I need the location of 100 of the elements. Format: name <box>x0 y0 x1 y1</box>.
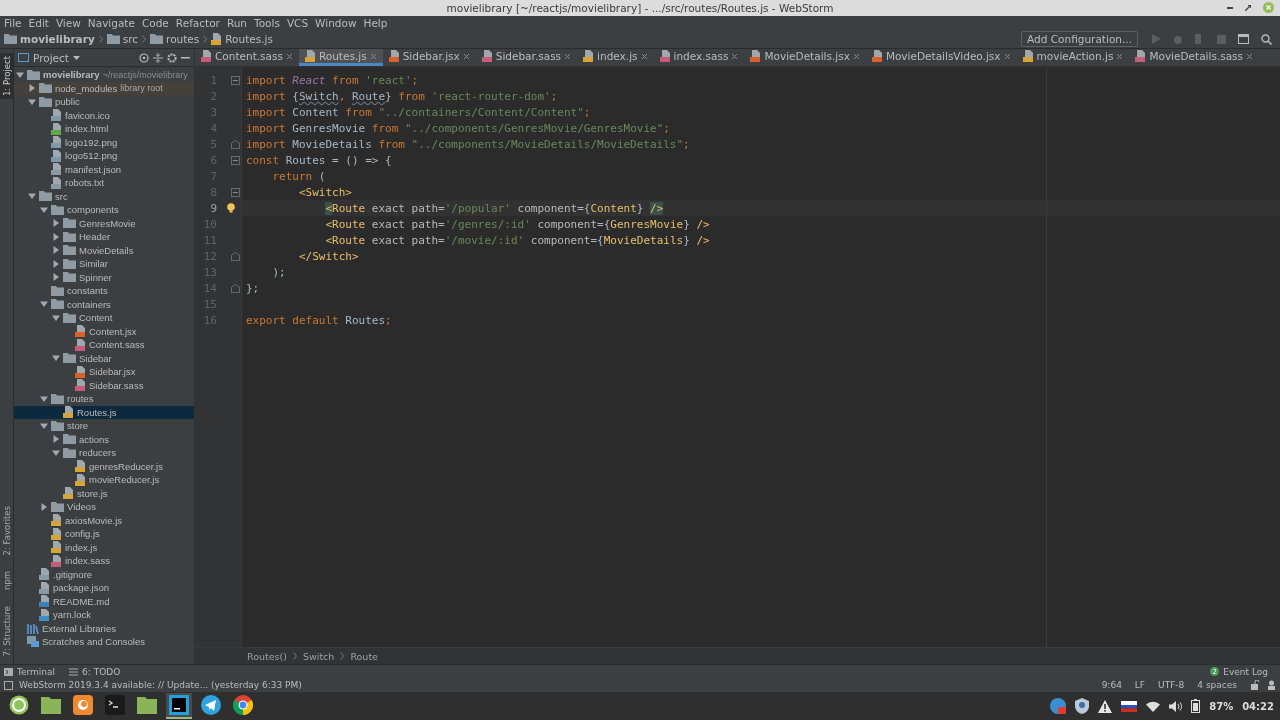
editor-tab[interactable]: Routes.js <box>298 49 383 66</box>
status-item[interactable]: 9:64 <box>1101 680 1122 690</box>
tree-item[interactable]: actions <box>14 432 194 446</box>
breadcrumb[interactable]: movielibrary <box>4 33 95 45</box>
close-icon[interactable] <box>852 52 860 60</box>
collapsed-arrow-icon[interactable] <box>28 84 36 93</box>
menu-item[interactable]: VCS <box>286 17 309 29</box>
expanded-arrow-icon[interactable] <box>40 394 48 403</box>
tree-item[interactable]: index.html <box>14 122 194 136</box>
tree-item[interactable]: logo192.png <box>14 135 194 149</box>
status-item[interactable]: LF <box>1134 680 1146 690</box>
expanded-arrow-icon[interactable] <box>16 70 24 79</box>
tree-item[interactable]: containers <box>14 297 194 311</box>
tree-item[interactable]: Sidebar.sass <box>14 378 194 392</box>
editor-tab[interactable]: index.js <box>577 49 654 66</box>
lock-icon[interactable] <box>1251 680 1260 690</box>
tree-item[interactable]: index.js <box>14 540 194 554</box>
close-icon[interactable] <box>285 52 293 60</box>
status-item[interactable]: 4 spaces <box>1197 680 1237 690</box>
status-item[interactable]: UTF-8 <box>1158 680 1185 690</box>
tool-window-tab[interactable]: 7: Structure <box>0 603 13 660</box>
editor-tab[interactable]: movieAction.js <box>1016 49 1130 66</box>
tree-item[interactable]: public <box>14 95 194 109</box>
tree-item[interactable]: movielibrary ~/reactjs/movielibrary <box>14 68 194 82</box>
tool-window-button[interactable]: 6: TODO <box>69 666 121 677</box>
fold-icon[interactable] <box>231 75 240 85</box>
fold-end-icon[interactable] <box>231 139 240 149</box>
close-icon[interactable] <box>369 52 377 60</box>
tree-item[interactable]: constants <box>14 284 194 298</box>
collapsed-arrow-icon[interactable] <box>52 273 60 282</box>
fold-icon[interactable] <box>231 187 240 197</box>
taskbar-app[interactable] <box>166 693 192 719</box>
menu-item[interactable]: File <box>4 17 22 29</box>
tree-item[interactable]: logo512.png <box>14 149 194 163</box>
tree-item[interactable]: store.js <box>14 486 194 500</box>
collapse-icon[interactable] <box>153 52 163 63</box>
collapsed-arrow-icon[interactable] <box>52 219 60 228</box>
tree-item[interactable]: genresReducer.js <box>14 459 194 473</box>
editor-tab[interactable]: Sidebar.sass <box>475 49 578 66</box>
shield-icon[interactable] <box>1075 698 1090 714</box>
tree-item[interactable]: robots.txt <box>14 176 194 190</box>
tree-item[interactable]: GenresMovie <box>14 216 194 230</box>
editor-tab[interactable]: Content.sass <box>195 49 299 66</box>
project-view-dropdown[interactable]: Project <box>18 51 80 64</box>
editor-tab[interactable]: MovieDetails.jsx <box>744 49 866 66</box>
code-breadcrumb[interactable]: Routes() <box>247 650 287 662</box>
tree-item[interactable]: Scratches and Consoles <box>14 635 194 649</box>
tree-item[interactable]: README.md <box>14 594 194 608</box>
inspector-icon[interactable] <box>1267 680 1276 690</box>
menu-item[interactable]: Edit <box>28 17 49 29</box>
tree-item[interactable]: node_modules library root <box>14 81 194 95</box>
close-icon[interactable] <box>564 52 572 60</box>
editor-tab[interactable]: MovieDetailsVideo.jsx <box>865 49 1017 66</box>
tree-item[interactable]: Sidebar <box>14 351 194 365</box>
code-breadcrumb[interactable]: Route <box>350 650 378 662</box>
tree-item[interactable]: movieReducer.js <box>14 473 194 487</box>
search-icon[interactable] <box>1261 33 1272 45</box>
tree-item[interactable]: Content.sass <box>14 338 194 352</box>
expanded-arrow-icon[interactable] <box>40 421 48 430</box>
tree-item[interactable]: manifest.json <box>14 162 194 176</box>
tree-item[interactable]: yarn.lock <box>14 608 194 622</box>
tree-item[interactable]: External Libraries <box>14 621 194 635</box>
tree-item[interactable]: Spinner <box>14 270 194 284</box>
wifi-icon[interactable] <box>1146 700 1161 712</box>
tree-item[interactable]: config.js <box>14 527 194 541</box>
collapsed-arrow-icon[interactable] <box>52 259 60 268</box>
menu-item[interactable]: Window <box>315 17 357 29</box>
maximize-icon[interactable] <box>1245 4 1251 11</box>
collapsed-arrow-icon[interactable] <box>52 246 60 255</box>
update-icon[interactable] <box>1050 698 1067 714</box>
close-icon[interactable] <box>731 52 739 60</box>
tool-window-tab[interactable]: 1: Project <box>0 53 13 100</box>
volume-icon[interactable] <box>1169 700 1183 712</box>
hide-icon[interactable] <box>181 56 190 59</box>
breadcrumb[interactable]: src <box>106 33 139 45</box>
tree-item[interactable]: Content <box>14 311 194 325</box>
close-icon[interactable] <box>640 52 648 60</box>
tree-item[interactable]: Videos <box>14 500 194 514</box>
warning-icon[interactable] <box>1098 699 1113 713</box>
code-breadcrumb[interactable]: Switch <box>302 650 335 662</box>
tree-item[interactable]: package.json <box>14 581 194 595</box>
window-icon[interactable] <box>1238 34 1249 44</box>
fold-icon[interactable] <box>231 155 240 165</box>
clock[interactable]: 04:22 <box>1242 700 1274 712</box>
tool-window-button[interactable]: Terminal <box>4 666 56 677</box>
tree-item[interactable]: store <box>14 419 194 433</box>
tree-item[interactable]: reducers <box>14 446 194 460</box>
breadcrumb[interactable]: Routes.js <box>211 33 273 45</box>
battery-icon[interactable] <box>1191 699 1201 713</box>
tree-item[interactable]: index.sass <box>14 554 194 568</box>
close-icon[interactable] <box>1246 52 1254 60</box>
tree-item[interactable]: Sidebar.jsx <box>14 365 194 379</box>
tree-item[interactable]: routes <box>14 392 194 406</box>
editor-tab[interactable]: MovieDetails.sass <box>1129 49 1260 66</box>
tree-item[interactable]: .gitignore <box>14 567 194 581</box>
keyboard-layout-flag-icon[interactable] <box>1121 700 1138 712</box>
status-toggle-icon[interactable] <box>4 680 13 690</box>
close-icon[interactable] <box>1116 52 1124 60</box>
fold-end-icon[interactable] <box>231 283 240 293</box>
tree-item[interactable]: components <box>14 203 194 217</box>
